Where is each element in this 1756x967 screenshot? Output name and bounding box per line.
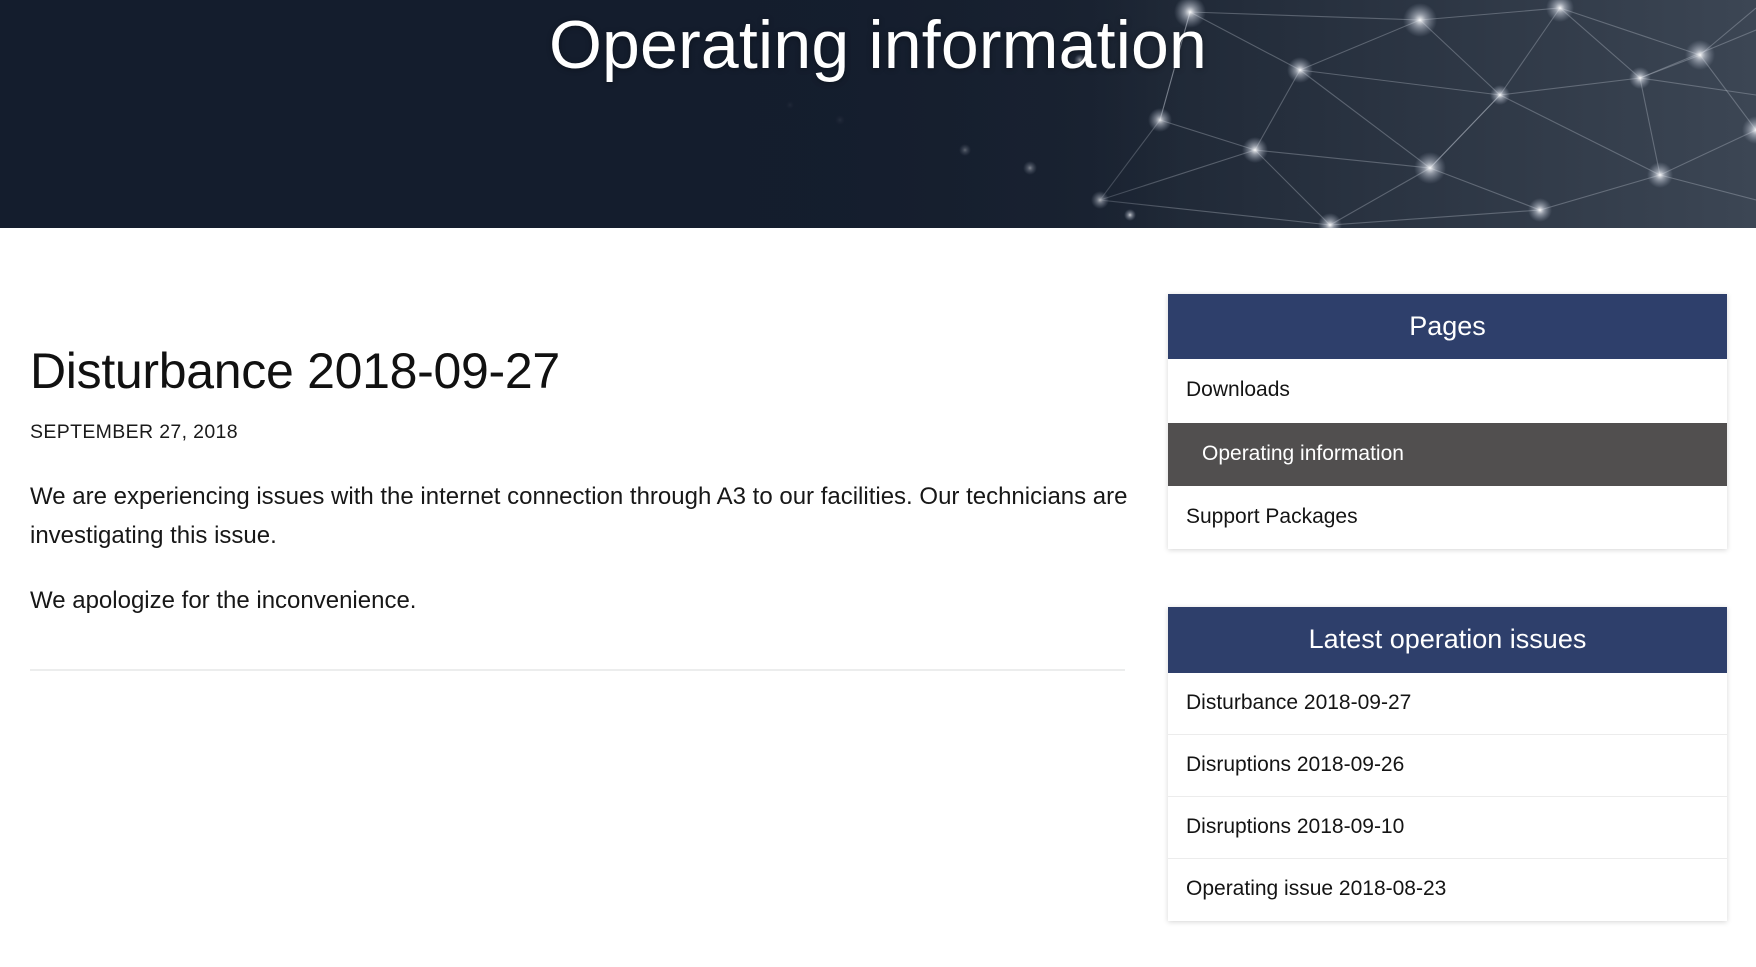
sidebar-item-downloads[interactable]: Downloads [1168, 359, 1727, 423]
article: Disturbance 2018-09-27 SEPTEMBER 27, 201… [30, 343, 1130, 671]
sidebar: Pages Downloads Operating information Su… [1168, 294, 1727, 967]
page-content: Disturbance 2018-09-27 SEPTEMBER 27, 201… [0, 228, 1756, 967]
article-paragraph: We apologize for the inconvenience. [30, 586, 417, 614]
widget-pages-title: Pages [1168, 294, 1727, 360]
widget-latest-operation-issues-list: Disturbance 2018-09-27 Disruptions 2018-… [1168, 672, 1727, 921]
widget-latest-operation-issues-title: Latest operation issues [1168, 607, 1727, 673]
article-body: We are experiencing issues with the inte… [30, 478, 1130, 621]
article-divider [30, 668, 1125, 671]
widget-pages: Pages Downloads Operating information Su… [1168, 294, 1727, 550]
article-title: Disturbance 2018-09-27 [30, 343, 560, 399]
sidebar-item-support-packages[interactable]: Support Packages [1168, 485, 1727, 550]
page-title: Operating information [548, 7, 1208, 83]
article-date: SEPTEMBER 27, 2018 [30, 421, 238, 443]
list-item[interactable]: Disruptions 2018-09-26 [1168, 733, 1727, 797]
list-item[interactable]: Disturbance 2018-09-27 [1168, 672, 1727, 734]
page-hero-banner: Operating information [0, 0, 1756, 228]
sidebar-item-operating-information[interactable]: Operating information [1168, 422, 1727, 486]
list-item[interactable]: Disruptions 2018-09-10 [1168, 796, 1727, 859]
widget-latest-operation-issues: Latest operation issues Disturbance 2018… [1168, 607, 1727, 921]
list-item[interactable]: Operating issue 2018-08-23 [1168, 858, 1727, 921]
widget-pages-list: Downloads Operating information Support … [1168, 359, 1727, 550]
article-paragraph: We are experiencing issues with the inte… [30, 483, 1128, 549]
